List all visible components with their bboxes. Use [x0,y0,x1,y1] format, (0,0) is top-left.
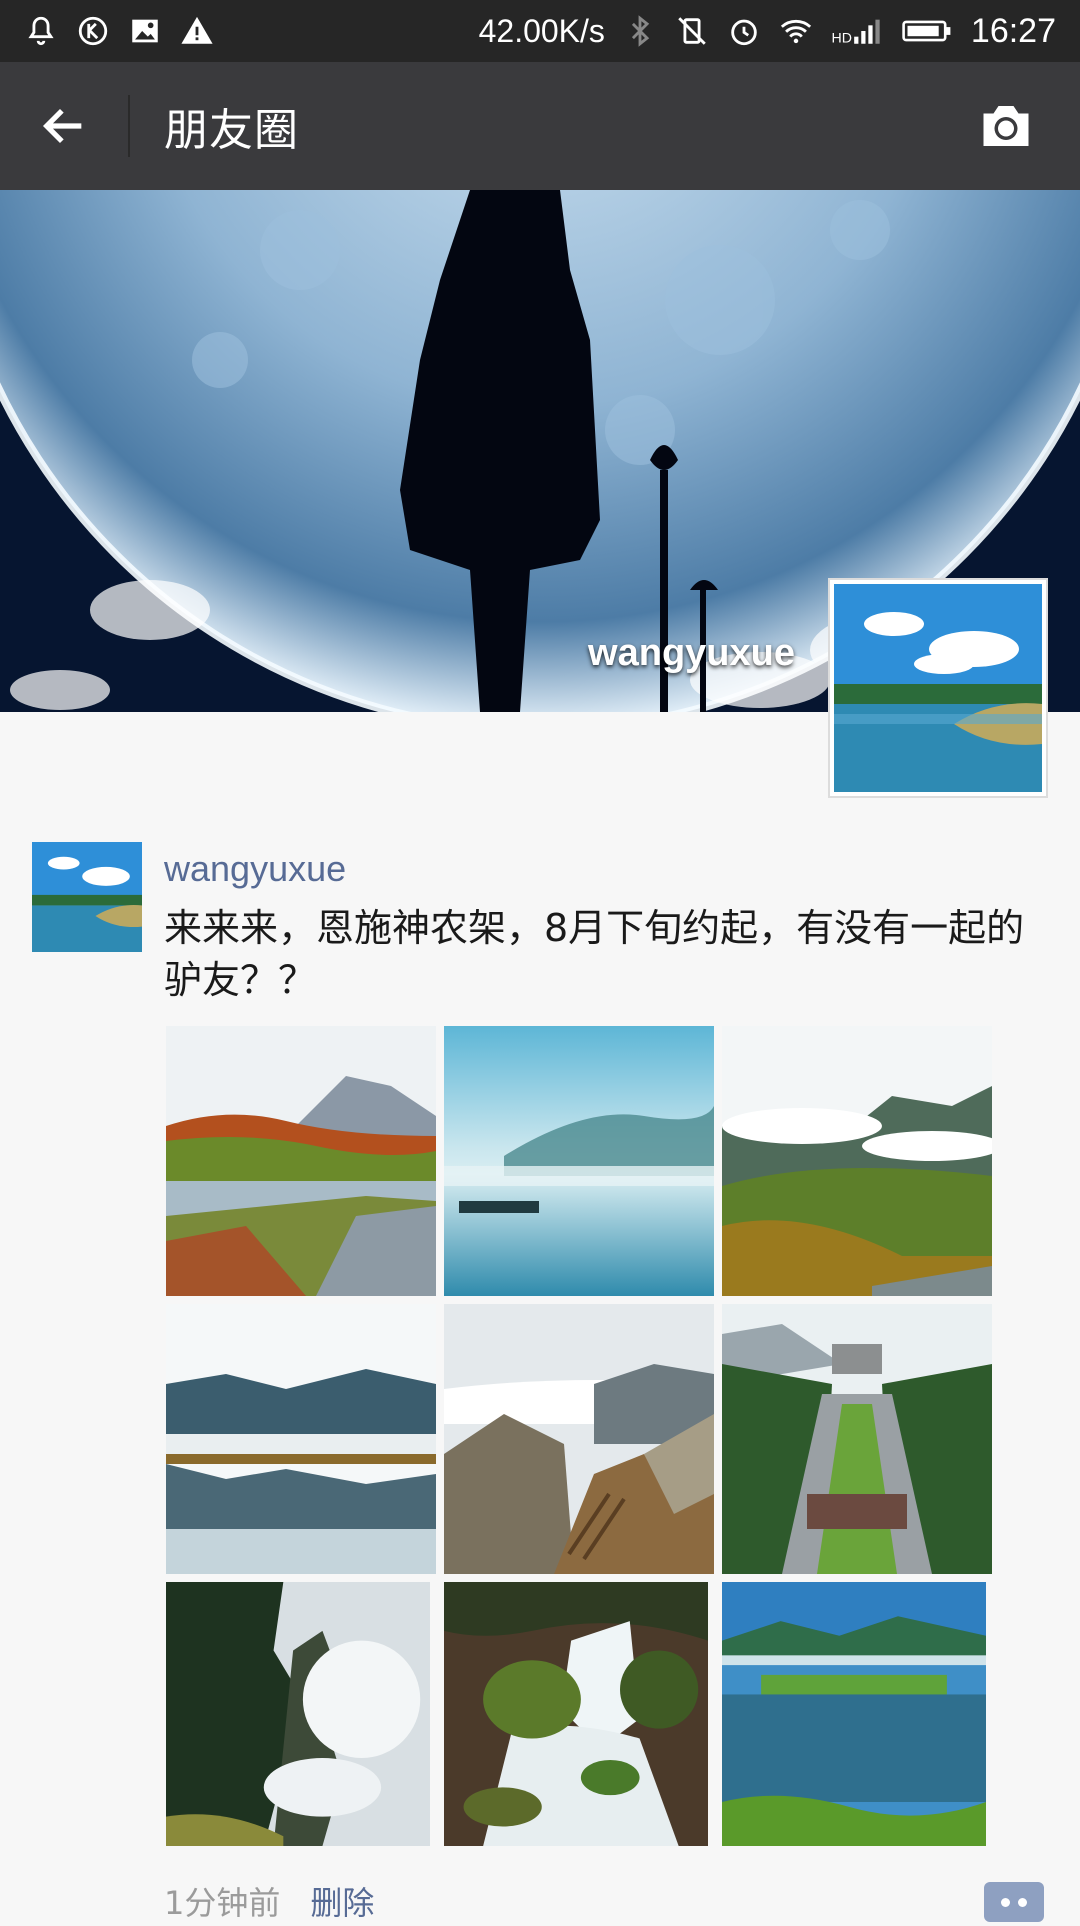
photo-waterfall[interactable] [444,1582,714,1846]
clock-time: 16:27 [970,11,1056,50]
photo-monument-avenue[interactable] [722,1304,992,1574]
comment-dot-icon [1018,1897,1027,1907]
photo-grid [166,1026,992,1846]
header-divider [128,95,130,157]
post-username[interactable]: wangyuxue [164,848,346,890]
cover-username: wangyuxue [588,632,795,674]
bluetooth-icon [623,14,657,48]
battery-icon [901,14,953,48]
profile-avatar[interactable] [828,578,1048,798]
photo-cliff-stairs[interactable] [444,1304,714,1574]
status-bar: 42.00K/s HD 16:27 [0,0,1080,62]
photo-misty-lake[interactable] [444,1026,714,1296]
post-footer: 1分钟前 删除 [164,1876,1044,1926]
comment-dot-icon [1001,1897,1010,1907]
alarm-clock-icon [727,14,761,48]
photo-mountain-reflection-lake[interactable] [166,1304,436,1574]
camera-icon [983,106,1029,146]
photo-autumn-lake-walkway[interactable] [166,1026,436,1296]
comment-menu-button[interactable] [984,1882,1044,1922]
alarm-bell-icon [24,14,58,48]
gallery-icon [128,14,162,48]
photo-green-lake[interactable] [722,1582,992,1846]
lake-avatar-image [32,842,142,952]
app-header: 朋友圈 [0,62,1080,190]
post-time: 1分钟前 [164,1884,281,1922]
status-left-icons [24,14,214,48]
delete-post-link[interactable]: 删除 [310,1878,374,1924]
wifi-icon [779,14,813,48]
photo-misty-peaks[interactable] [166,1582,436,1846]
page-title: 朋友圈 [164,105,299,156]
post-text: 来来来，恩施神农架，8月下旬约起，有没有一起的驴友？？ [164,906,1025,1002]
svg-text:HD: HD [831,30,851,46]
k-app-icon [76,14,110,48]
post-avatar[interactable] [32,842,142,952]
warning-icon [180,14,214,48]
photo-mountain-clouds-forest[interactable] [722,1026,992,1296]
hd-signal-icon: HD [831,14,883,48]
vibrate-off-icon [675,14,709,48]
back-arrow-icon [42,108,82,144]
lake-avatar-image [834,584,1042,792]
status-right-icons: 42.00K/s HD 16:27 [479,12,1056,51]
network-speed: 42.00K/s [478,12,605,49]
back-button[interactable] [0,62,128,190]
camera-button[interactable] [970,90,1042,162]
